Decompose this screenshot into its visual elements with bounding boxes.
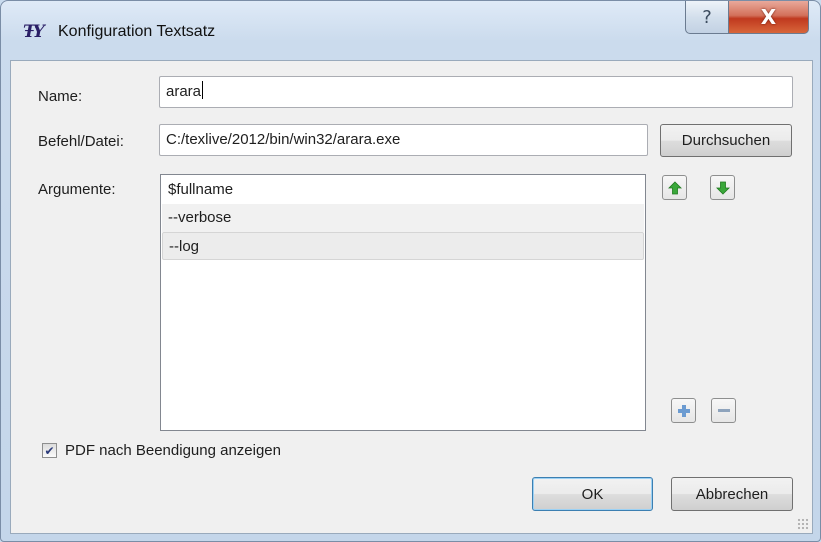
arguments-label: Argumente: bbox=[38, 181, 116, 198]
title-bar[interactable]: ŦY Konfiguration Textsatz ? X bbox=[1, 1, 820, 59]
help-icon: ? bbox=[702, 6, 712, 28]
plus-icon bbox=[677, 404, 690, 417]
command-input[interactable]: C:/texlive/2012/bin/win32/arara.exe bbox=[159, 124, 648, 156]
text-caret bbox=[202, 81, 204, 99]
browse-button[interactable]: Durchsuchen bbox=[660, 124, 792, 157]
window-title: Konfiguration Textsatz bbox=[58, 23, 216, 40]
name-label: Name: bbox=[38, 88, 83, 105]
remove-argument-button[interactable] bbox=[711, 398, 736, 423]
name-input[interactable]: arara bbox=[159, 76, 793, 108]
move-down-button[interactable] bbox=[710, 175, 735, 200]
dialog-client-area: Name: arara Befehl/Datei: C:/texlive/201… bbox=[10, 60, 813, 534]
list-item[interactable]: --log bbox=[162, 232, 644, 260]
list-item[interactable]: $fullname bbox=[162, 176, 644, 204]
checkmark-icon: ✔ bbox=[44, 443, 55, 458]
close-icon: X bbox=[760, 5, 777, 29]
name-input-value: arara bbox=[166, 83, 202, 100]
list-item[interactable]: --verbose bbox=[162, 204, 644, 232]
command-label: Befehl/Datei: bbox=[38, 133, 124, 150]
arrow-down-icon bbox=[715, 181, 730, 195]
add-argument-button[interactable] bbox=[671, 398, 696, 423]
help-button[interactable]: ? bbox=[685, 1, 729, 34]
move-up-button[interactable] bbox=[662, 175, 687, 200]
arguments-list[interactable]: $fullname --verbose --log bbox=[160, 174, 646, 431]
arrow-up-icon bbox=[667, 180, 682, 194]
resize-grip[interactable] bbox=[797, 518, 809, 530]
command-input-value: C:/texlive/2012/bin/win32/arara.exe bbox=[166, 131, 401, 148]
ok-button[interactable]: OK bbox=[532, 477, 653, 511]
show-pdf-label[interactable]: PDF nach Beendigung anzeigen bbox=[65, 442, 281, 459]
dialog-window: ŦY Konfiguration Textsatz ? X Name: arar… bbox=[0, 0, 821, 542]
close-button[interactable]: X bbox=[728, 1, 809, 34]
minus-icon bbox=[717, 408, 730, 412]
show-pdf-checkbox[interactable]: ✔ bbox=[42, 443, 57, 458]
cancel-button[interactable]: Abbrechen bbox=[671, 477, 793, 511]
app-icon: ŦY bbox=[23, 22, 45, 42]
